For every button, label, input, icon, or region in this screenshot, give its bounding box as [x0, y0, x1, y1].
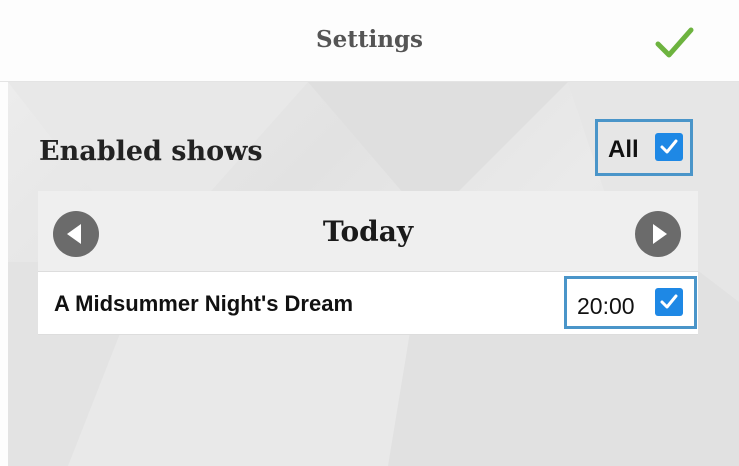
chevron-right-circle-icon [653, 224, 667, 244]
shows-panel: Today A Midsummer Night's Dream 20:00 [38, 191, 698, 335]
header-bar: Settings [0, 0, 739, 82]
confirm-button[interactable] [650, 18, 698, 66]
settings-content: Enabled shows All Today A Midsummer Nigh… [8, 82, 739, 466]
show-time-toggle[interactable]: 20:00 [564, 276, 697, 329]
section-title: Enabled shows [39, 136, 263, 167]
select-all-checkbox[interactable] [655, 133, 683, 161]
show-time: 20:00 [577, 293, 635, 319]
page-title: Settings [316, 26, 423, 53]
checkbox-check-icon [660, 294, 678, 309]
select-all-toggle[interactable]: All [595, 119, 693, 176]
day-label: Today [322, 215, 414, 248]
select-all-label: All [608, 136, 639, 163]
checkbox-check-icon [660, 139, 678, 154]
day-navigator: Today [38, 191, 698, 271]
settings-screen: Settings Enabled shows All Today A Midsu… [0, 0, 739, 466]
checkmark-icon [655, 27, 694, 58]
show-title: A Midsummer Night's Dream [54, 291, 354, 316]
next-day-button[interactable] [635, 211, 681, 257]
show-row: A Midsummer Night's Dream 20:00 [38, 271, 698, 335]
show-enabled-checkbox[interactable] [655, 288, 683, 316]
